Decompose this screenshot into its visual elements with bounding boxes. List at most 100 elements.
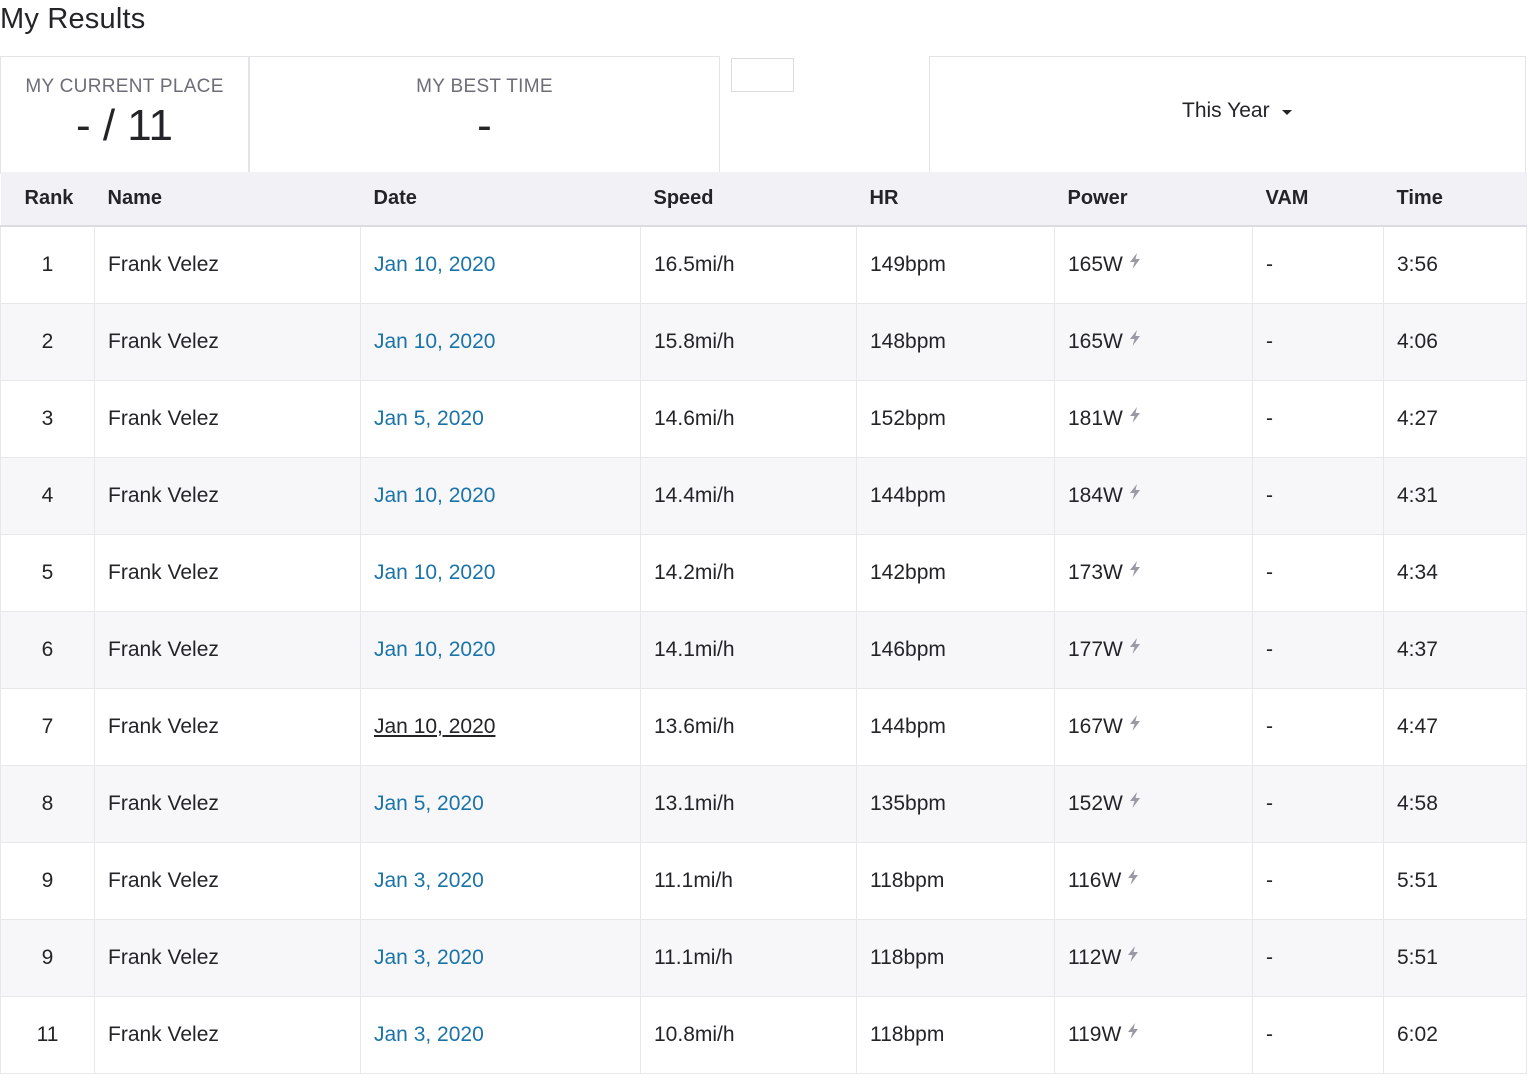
power-cell: 181W — [1054, 380, 1253, 458]
athlete-name-cell: Frank Velez — [94, 380, 361, 458]
power-cell: 119W — [1054, 996, 1253, 1074]
current-place-value: - / 11 — [75, 101, 173, 150]
lightning-bolt-icon — [1126, 1021, 1140, 1045]
athlete-name-cell: Frank Velez — [94, 226, 361, 304]
rank-cell: 6 — [0, 611, 95, 689]
date-cell: Jan 5, 2020 — [360, 765, 641, 843]
lightning-bolt-icon — [1128, 713, 1142, 737]
activity-date-link[interactable]: Jan 5, 2020 — [374, 407, 484, 430]
rank-cell: 8 — [0, 765, 95, 843]
vam-cell: - — [1252, 842, 1384, 920]
time-cell: 3:56 — [1383, 226, 1527, 304]
time-cell: 4:34 — [1383, 534, 1527, 612]
heart-rate-cell: 118bpm — [856, 842, 1055, 920]
activity-date-link[interactable]: Jan 3, 2020 — [374, 1023, 484, 1046]
time-cell: 4:27 — [1383, 380, 1527, 458]
heart-rate-cell: 118bpm — [856, 996, 1055, 1074]
table-row: 1 Frank Velez Jan 10, 2020 16.5mi/h 149bpm 16… — [0, 226, 1527, 304]
activity-date-link[interactable]: Jan 10, 2020 — [374, 561, 495, 584]
rank-cell: 1 — [0, 226, 95, 304]
rank-cell: 9 — [0, 919, 95, 997]
activity-date-link[interactable]: Jan 10, 2020 — [374, 253, 495, 276]
power-cell: 165W — [1054, 226, 1253, 304]
table-row: 9 Frank Velez Jan 3, 2020 11.1mi/h 118bpm 116… — [0, 842, 1527, 920]
power-value: 152W — [1068, 792, 1123, 815]
activity-date-link[interactable]: Jan 10, 2020 — [374, 330, 495, 353]
rank-cell: 7 — [0, 688, 95, 766]
table-row: 4 Frank Velez Jan 10, 2020 14.4mi/h 144bpm 18… — [0, 457, 1527, 535]
column-header-hr[interactable]: HR — [856, 172, 1055, 227]
activity-date-link[interactable]: Jan 5, 2020 — [374, 792, 484, 815]
column-header-date[interactable]: Date — [360, 172, 641, 227]
heart-rate-cell: 148bpm — [856, 303, 1055, 381]
lightning-bolt-icon — [1126, 867, 1140, 891]
date-cell: Jan 3, 2020 — [360, 919, 641, 997]
power-value: 165W — [1068, 330, 1123, 353]
time-cell: 5:51 — [1383, 919, 1527, 997]
activity-date-link[interactable]: Jan 3, 2020 — [374, 946, 484, 969]
table-row: 6 Frank Velez Jan 10, 2020 14.1mi/h 146bpm 17… — [0, 611, 1527, 689]
table-header-row: Rank Name Date Speed HR Power VAM Time — [0, 172, 1527, 227]
activity-date-link[interactable]: Jan 3, 2020 — [374, 869, 484, 892]
column-header-name[interactable]: Name — [94, 172, 361, 227]
heart-rate-cell: 144bpm — [856, 688, 1055, 766]
time-cell: 4:06 — [1383, 303, 1527, 381]
time-cell: 5:51 — [1383, 842, 1527, 920]
vam-cell: - — [1252, 765, 1384, 843]
speed-cell: 10.8mi/h — [640, 996, 857, 1074]
athlete-name-cell: Frank Velez — [94, 765, 361, 843]
best-time-card: MY BEST TIME - — [249, 56, 720, 174]
activity-date-link[interactable]: Jan 10, 2020 — [374, 638, 495, 661]
power-value: 167W — [1068, 715, 1123, 738]
table-row: 3 Frank Velez Jan 5, 2020 14.6mi/h 152bpm 181… — [0, 380, 1527, 458]
time-cell: 4:58 — [1383, 765, 1527, 843]
athlete-name-cell: Frank Velez — [94, 457, 361, 535]
table-row: 8 Frank Velez Jan 5, 2020 13.1mi/h 135bpm 152… — [0, 765, 1527, 843]
speed-cell: 13.6mi/h — [640, 688, 857, 766]
vam-cell: - — [1252, 226, 1384, 304]
power-value: 112W — [1068, 946, 1122, 969]
speed-cell: 14.4mi/h — [640, 457, 857, 535]
time-cell: 4:47 — [1383, 688, 1527, 766]
athlete-name-cell: Frank Velez — [94, 611, 361, 689]
time-cell: 4:31 — [1383, 457, 1527, 535]
column-header-power[interactable]: Power — [1054, 172, 1253, 227]
date-cell: Jan 10, 2020 — [360, 457, 641, 535]
date-cell: Jan 10, 2020 — [360, 226, 641, 304]
power-cell: 152W — [1054, 765, 1253, 843]
athlete-name-cell: Frank Velez — [94, 919, 361, 997]
time-cell: 6:02 — [1383, 996, 1527, 1074]
table-row: 7 Frank Velez Jan 10, 2020 13.6mi/h 144bpm 16… — [0, 688, 1527, 766]
date-cell: Jan 3, 2020 — [360, 996, 641, 1074]
athlete-name-cell: Frank Velez — [94, 842, 361, 920]
activity-date-link[interactable]: Jan 10, 2020 — [374, 715, 495, 738]
power-cell: 165W — [1054, 303, 1253, 381]
column-header-rank[interactable]: Rank — [0, 172, 95, 227]
time-range-dropdown[interactable]: This Year — [1182, 99, 1292, 123]
table-row: 9 Frank Velez Jan 3, 2020 11.1mi/h 118bpm 112… — [0, 919, 1527, 997]
table-row: 2 Frank Velez Jan 10, 2020 15.8mi/h 148bpm 16… — [0, 303, 1527, 381]
lightning-bolt-icon — [1128, 251, 1142, 275]
date-cell: Jan 10, 2020 — [360, 688, 641, 766]
lightning-bolt-icon — [1128, 636, 1142, 660]
date-cell: Jan 3, 2020 — [360, 842, 641, 920]
vam-cell: - — [1252, 303, 1384, 381]
table-row: 11 Frank Velez Jan 3, 2020 10.8mi/h 118bpm 11… — [0, 996, 1527, 1074]
vam-cell: - — [1252, 919, 1384, 997]
power-value: 165W — [1068, 253, 1123, 276]
column-header-vam[interactable]: VAM — [1252, 172, 1384, 227]
rank-cell: 9 — [0, 842, 95, 920]
activity-date-link[interactable]: Jan 10, 2020 — [374, 484, 495, 507]
empty-placeholder-box — [731, 58, 794, 92]
power-value: 119W — [1068, 1023, 1122, 1046]
results-table: Rank Name Date Speed HR Power VAM Time 1… — [0, 172, 1527, 1074]
lightning-bolt-icon — [1126, 944, 1140, 968]
column-header-speed[interactable]: Speed — [640, 172, 857, 227]
rank-cell: 5 — [0, 534, 95, 612]
power-value: 177W — [1068, 638, 1123, 661]
column-header-time[interactable]: Time — [1383, 172, 1527, 227]
speed-cell: 14.6mi/h — [640, 380, 857, 458]
athlete-name-cell: Frank Velez — [94, 996, 361, 1074]
power-value: 181W — [1068, 407, 1123, 430]
power-cell: 116W — [1054, 842, 1253, 920]
